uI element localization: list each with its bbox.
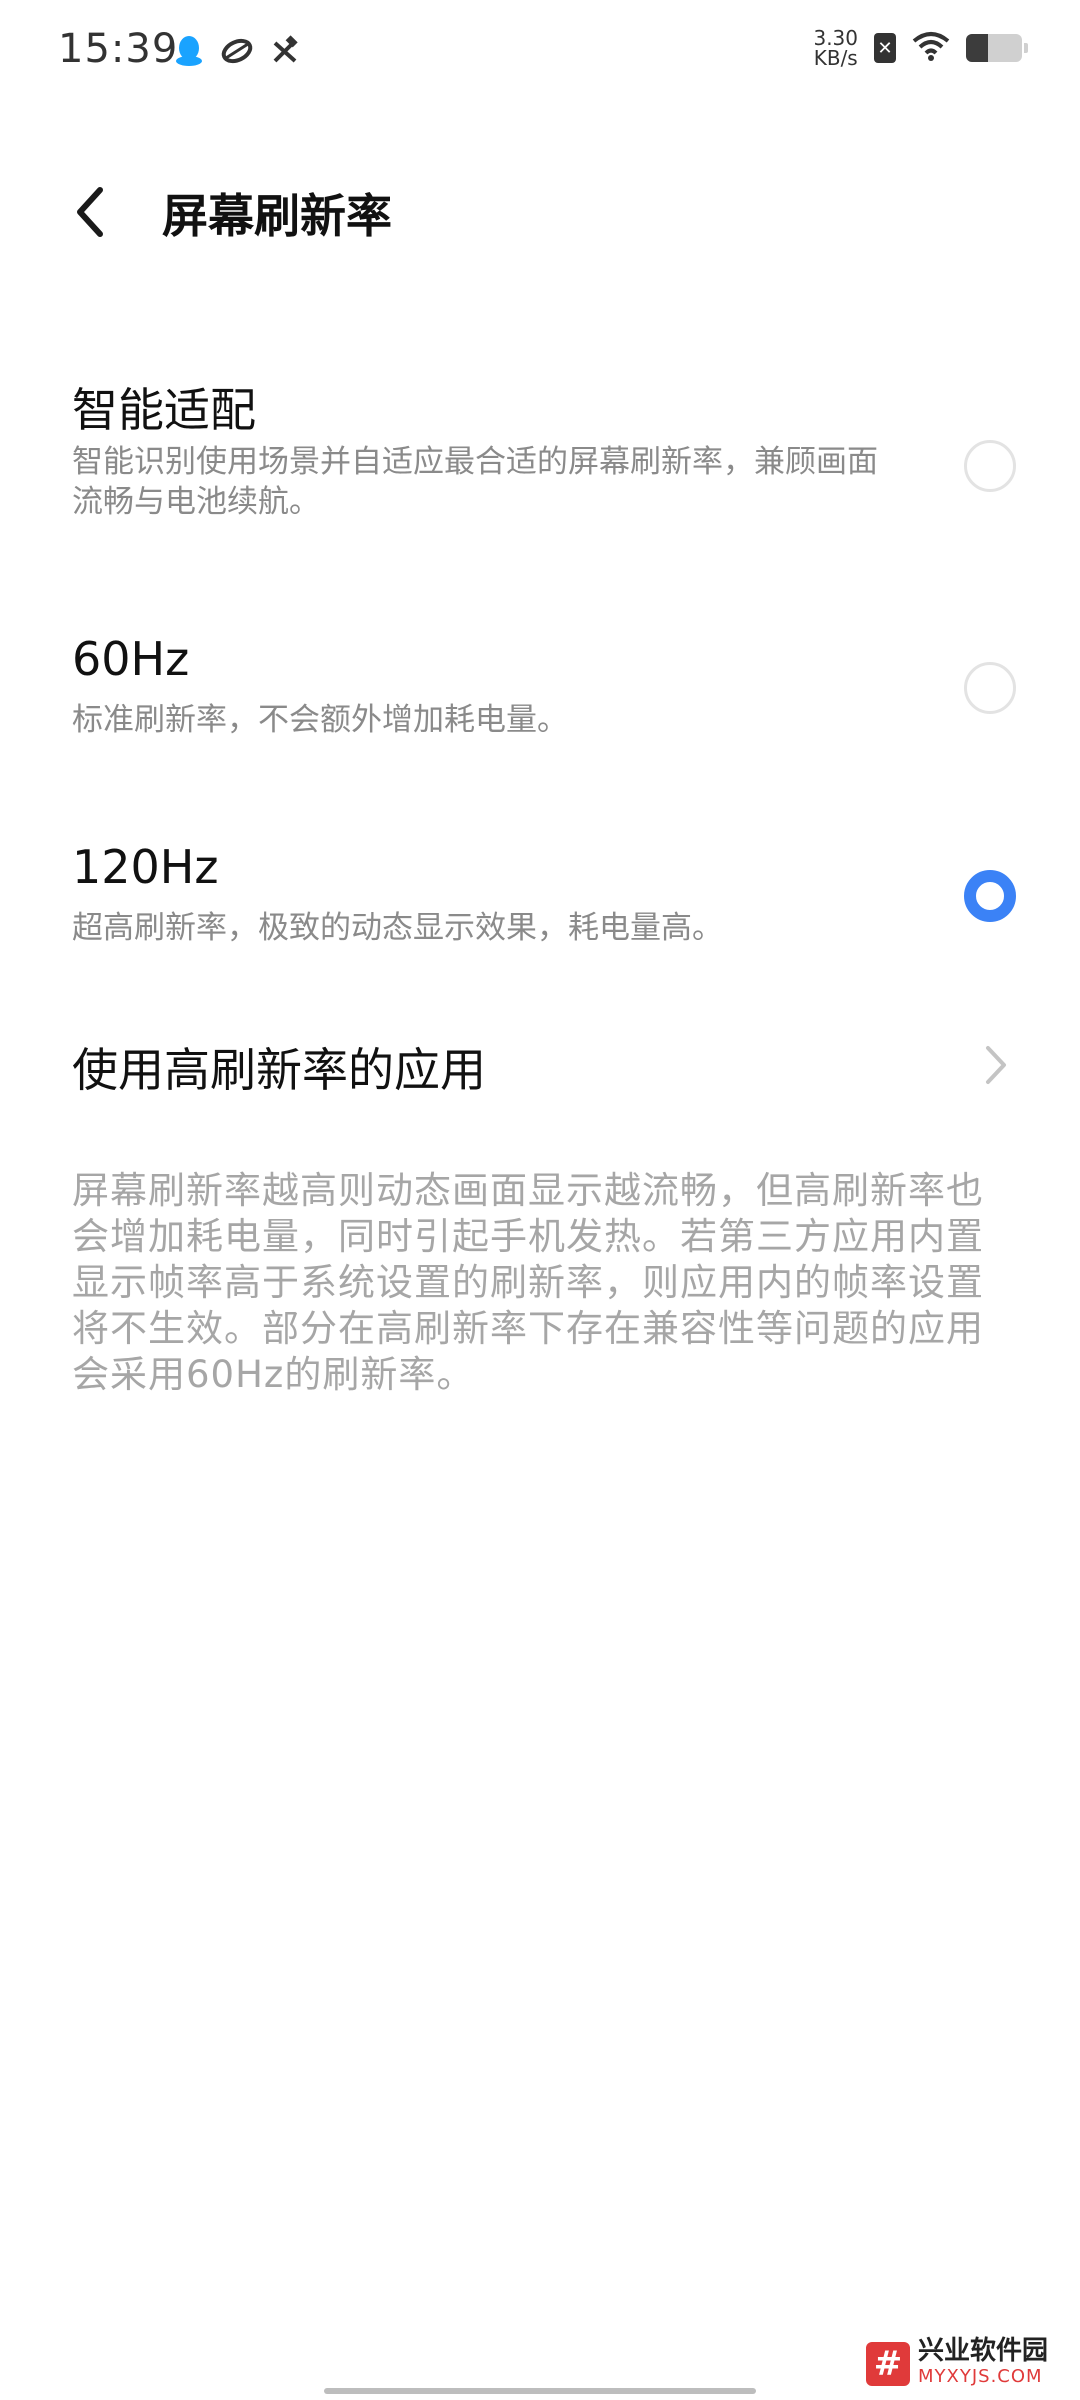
option-title: 60Hz	[72, 632, 190, 686]
home-indicator[interactable]	[324, 2388, 756, 2394]
watermark-name: 兴业软件园	[917, 2336, 1048, 2366]
bird-icon	[220, 34, 254, 68]
watermark-logo: #	[865, 2342, 910, 2386]
option-description: 标准刷新率，不会额外增加耗电量。	[72, 702, 568, 738]
status-bar: 15:39 3.30 KB/s ✕	[0, 0, 1080, 100]
net-speed: 3.30 KB/s	[813, 28, 858, 68]
option-smart-adapt[interactable]: 智能适配 智能识别使用场景并自适应最合适的屏幕刷新率，兼顾画面流畅与电池续航。	[0, 370, 1080, 550]
option-120hz[interactable]: 120Hz 超高刷新率，极致的动态显示效果，耗电量高。	[0, 836, 1080, 956]
option-60hz[interactable]: 60Hz 标准刷新率，不会额外增加耗电量。	[0, 628, 1080, 748]
net-speed-value: 3.30	[813, 26, 858, 50]
header: 屏幕刷新率	[0, 160, 1080, 260]
option-description: 智能识别使用场景并自适应最合适的屏幕刷新率，兼顾画面流畅与电池续航。	[72, 444, 878, 520]
net-speed-unit: KB/s	[813, 46, 858, 70]
watermark-domain: MYXYJS.COM	[917, 2366, 1043, 2387]
option-description: 超高刷新率，极致的动态显示效果，耗电量高。	[72, 910, 723, 946]
page-title: 屏幕刷新率	[162, 189, 392, 243]
radio-60hz[interactable]	[964, 662, 1016, 714]
screen: 15:39 3.30 KB/s ✕ 屏幕刷新率 智能适配 智能识别使用场景并自适…	[0, 0, 1080, 2400]
battery-cap	[1024, 43, 1028, 53]
option-title: 智能适配	[72, 383, 256, 437]
radio-smart-adapt[interactable]	[964, 440, 1016, 492]
chevron-right-icon	[986, 1046, 1006, 1084]
info-text: 屏幕刷新率越高则动态画面显示越流畅，但高刷新率也会增加耗电量，同时引起手机发热。…	[72, 1169, 984, 1396]
high-refresh-apps-row[interactable]: 使用高刷新率的应用	[0, 1030, 1080, 1100]
battery-icon	[966, 34, 1028, 62]
watermark: # 兴业软件园 MYXYJS.COM	[865, 2338, 1048, 2390]
high-refresh-apps-label: 使用高刷新率的应用	[72, 1043, 486, 1097]
option-title: 120Hz	[72, 840, 219, 894]
wifi-icon	[912, 31, 950, 65]
back-arrow-icon	[77, 187, 103, 237]
status-icons-right: 3.30 KB/s ✕	[813, 28, 1028, 68]
tools-icon	[268, 34, 302, 68]
battery-fill	[966, 34, 989, 62]
watermark-text: 兴业软件园 MYXYJS.COM	[918, 2338, 1048, 2390]
sim-x-icon: ✕	[874, 33, 896, 63]
radio-120hz[interactable]	[964, 870, 1016, 922]
status-time: 15:39	[58, 26, 179, 72]
status-icons-left	[172, 34, 302, 68]
back-button[interactable]	[60, 182, 120, 242]
qq-icon	[172, 34, 206, 68]
